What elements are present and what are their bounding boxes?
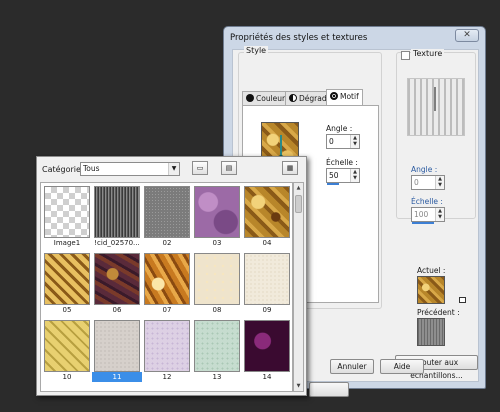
folder-icon: ▤ [225,164,233,172]
texture-item-label: Image1 [53,239,81,247]
texture-item-label: !cid_02570... [94,239,140,247]
angle-spinner[interactable]: 0 ▲ ▼ [326,134,360,149]
texture-thumbnail[interactable] [144,186,190,238]
texture-item-label: 10 [62,373,72,381]
texture-item[interactable]: 12 [142,320,192,382]
texture-item[interactable]: Image1 [42,186,92,248]
texture-scale-spinner[interactable]: 100 ▲ ▼ [411,207,445,224]
texture-item[interactable]: 02 [142,186,192,248]
texture-item[interactable]: 14 [242,320,292,382]
close-button[interactable]: ✕ [455,29,479,42]
texture-grid: Image1 !cid_02570... 02 03 04 05 06 07 08 09 10 11 1… [40,182,293,392]
texture-item[interactable]: 13 [192,320,242,382]
texture-item[interactable]: 07 [142,253,192,315]
texture-angle-handle[interactable] [434,87,436,111]
texture-thumbnail[interactable] [144,320,190,372]
texture-thumbnail[interactable] [194,320,240,372]
dialog-title: Propriétés des styles et textures [230,33,368,43]
current-swatch[interactable] [417,276,445,304]
texture-thumbnail[interactable] [194,186,240,238]
spinner-arrows-icon[interactable]: ▲ ▼ [435,176,444,189]
spinner-arrows-icon[interactable]: ▲ ▼ [350,169,359,182]
scale-level-bar [327,183,339,185]
texture-item-label: 03 [212,239,222,247]
texture-item[interactable]: 10 [42,320,92,382]
texture-angle-spinner[interactable]: 0 ▲ ▼ [411,175,445,190]
texture-item[interactable]: 03 [192,186,242,248]
texture-thumbnail[interactable] [94,320,140,372]
texture-item[interactable]: 05 [42,253,92,315]
texture-thumbnail[interactable] [194,253,240,305]
pattern-icon [330,92,338,100]
solid-color-icon [246,94,254,102]
texture-item-label: 11 [92,372,142,382]
open-folder-button[interactable]: ▤ [221,161,237,175]
ok-button-partial[interactable] [309,382,349,397]
chevron-down-icon[interactable]: ▼ [168,163,179,175]
category-select[interactable]: Tous ▼ [80,162,180,176]
texture-item-label: 06 [112,306,122,314]
texture-item-label: 07 [162,306,172,314]
grid-icon: ▦ [286,164,294,172]
angle-handle[interactable] [280,135,282,157]
texture-item-label: 12 [162,373,172,381]
texture-thumbnail[interactable] [94,253,140,305]
scroll-thumb[interactable] [295,195,302,213]
style-group-label: Style [244,46,269,55]
texture-item-label: 02 [162,239,172,247]
cancel-button[interactable]: Annuler [330,359,374,374]
texture-item-label: 13 [212,373,222,381]
texture-item[interactable]: 04 [242,186,292,248]
texture-checkbox[interactable] [401,51,410,60]
texture-preview[interactable] [407,78,465,136]
grid-view-button[interactable]: ▦ [282,161,298,175]
previous-label: Précédent : [417,308,460,317]
current-label: Actuel : [417,266,446,275]
vertical-scrollbar[interactable]: ▲ ▼ [293,182,304,392]
texture-label: Texture [411,49,445,58]
texture-scale-level-bar [412,222,434,224]
scale-spinner[interactable]: 50 ▲ ▼ [326,168,360,185]
gradient-icon [289,94,297,102]
swap-icon[interactable] [459,297,466,303]
texture-thumbnail[interactable] [44,320,90,372]
texture-item[interactable]: 09 [242,253,292,315]
texture-item[interactable]: 08 [192,253,242,315]
spinner-arrows-icon[interactable]: ▲ ▼ [435,208,444,221]
help-button[interactable]: Aide [380,359,424,374]
tab-couleur[interactable]: Couleur [242,91,290,106]
texture-thumbnail[interactable] [244,253,290,305]
scale-label: Échelle : [326,158,358,167]
texture-item-label: 04 [262,239,272,247]
texture-thumbnail[interactable] [244,320,290,372]
previous-swatch[interactable] [417,318,445,346]
texture-thumbnail[interactable] [94,186,140,238]
angle-label: Angle : [326,124,353,133]
texture-picker-popup: Catégorie : Tous ▼ ▭ ▤ ▦ Image1 !cid_0257… [36,156,307,396]
texture-scale-label: Échelle : [411,197,443,206]
texture-item[interactable]: 11 [92,320,142,382]
texture-item-label: 08 [212,306,222,314]
window-icon: ▭ [196,164,204,172]
spinner-arrows-icon[interactable]: ▲ ▼ [350,135,359,148]
texture-item[interactable]: !cid_02570... [92,186,142,248]
scroll-down-icon[interactable]: ▼ [294,381,303,391]
texture-thumbnail[interactable] [44,253,90,305]
texture-thumbnail[interactable] [144,253,190,305]
texture-thumbnail[interactable] [244,186,290,238]
texture-thumbnail[interactable] [44,186,90,238]
texture-item-label: 14 [262,373,272,381]
texture-angle-label: Angle : [411,165,438,174]
texture-item[interactable]: 06 [92,253,142,315]
view-toggle-button[interactable]: ▭ [192,161,208,175]
scroll-up-icon[interactable]: ▲ [294,183,303,193]
tab-motif[interactable]: Motif [326,89,363,106]
texture-item-label: 09 [262,306,272,314]
texture-item-label: 05 [62,306,72,314]
